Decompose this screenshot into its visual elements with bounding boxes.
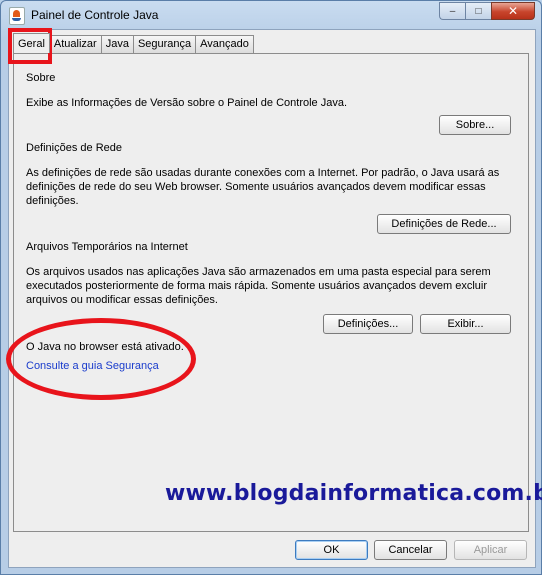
temp-files-section-title: Arquivos Temporários na Internet (26, 241, 188, 253)
ok-button[interactable]: OK (295, 540, 368, 560)
network-description-line3: definições. (26, 195, 79, 207)
tab-java[interactable]: Java (100, 35, 134, 53)
minimize-button[interactable]: – (439, 2, 465, 20)
close-icon: ✕ (507, 4, 519, 18)
temp-files-view-button[interactable]: Exibir... (420, 314, 511, 334)
blog-watermark: www.blogdainformatica.com.br (165, 481, 542, 506)
java-app-icon (9, 7, 25, 25)
geral-panel: Sobre Exibe as Informações de Versão sob… (13, 53, 529, 532)
about-description: Exibe as Informações de Versão sobre o P… (26, 97, 348, 109)
cancel-button[interactable]: Cancelar (374, 540, 447, 560)
about-button[interactable]: Sobre... (439, 115, 511, 135)
window-title: Painel de Controle Java (31, 8, 159, 22)
tab-avancado[interactable]: Avançado (195, 35, 254, 53)
browser-status-highlight (6, 318, 196, 400)
control-panel-window: Painel de Controle Java – □ ✕ Geral Atua… (0, 0, 542, 575)
network-settings-button[interactable]: Definições de Rede... (377, 214, 511, 234)
window-controls: – □ ✕ (439, 2, 535, 20)
maximize-icon: □ (475, 5, 482, 17)
temp-files-description-line3: arquivos ou modificar essas definições. (26, 294, 218, 306)
title-bar[interactable]: Painel de Controle Java – □ ✕ (1, 1, 541, 29)
temp-files-description-line2: executados posteriormente de forma mais … (26, 280, 488, 292)
about-section-title: Sobre (26, 72, 56, 84)
network-description-line1: As definições de rede são usadas durante… (26, 167, 500, 179)
tab-atualizar[interactable]: Atualizar (48, 35, 102, 53)
maximize-button[interactable]: □ (465, 2, 491, 20)
network-description-line2: definições de rede do seu Web browser. S… (26, 181, 486, 193)
tab-seguranca[interactable]: Segurança (132, 35, 197, 53)
minimize-icon: – (449, 5, 456, 17)
close-button[interactable]: ✕ (491, 2, 535, 20)
temp-files-settings-button[interactable]: Definições... (323, 314, 413, 334)
network-section-title: Definições de Rede (26, 142, 123, 154)
tab-bar: Geral Atualizar Java Segurança Avançado (13, 33, 254, 54)
temp-files-description-line1: Os arquivos usados nas aplicações Java s… (26, 266, 491, 278)
apply-button[interactable]: Aplicar (454, 540, 527, 560)
tab-geral[interactable]: Geral (13, 33, 50, 53)
